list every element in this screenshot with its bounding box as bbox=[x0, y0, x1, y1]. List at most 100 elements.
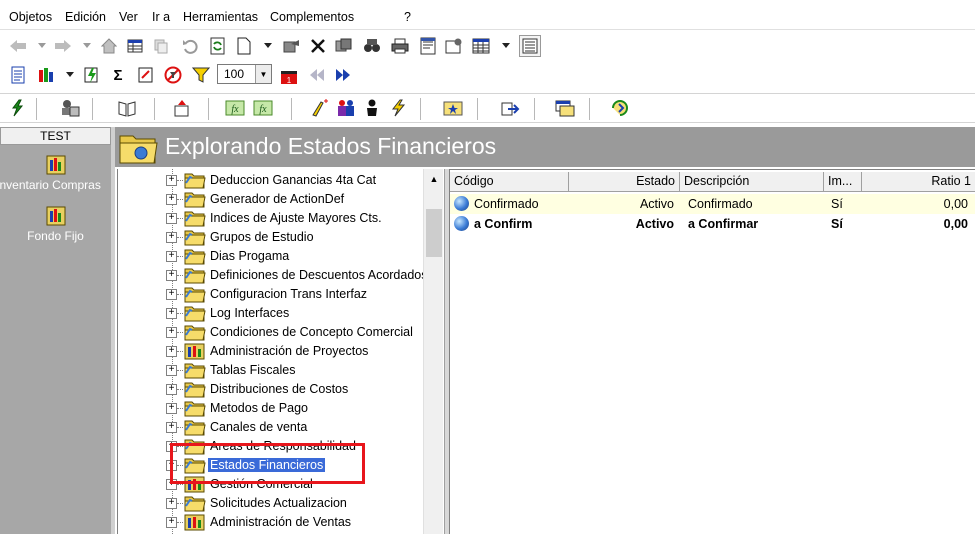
find-icon[interactable] bbox=[362, 36, 382, 56]
users-icon[interactable] bbox=[336, 98, 356, 118]
expand-icon[interactable]: + bbox=[166, 384, 177, 395]
last-page-icon[interactable] bbox=[333, 65, 353, 85]
expand-icon[interactable]: + bbox=[166, 289, 177, 300]
table-row[interactable]: a Confirm Activo a Confirmar Sí 0,00 bbox=[450, 214, 975, 234]
forward-icon[interactable] bbox=[53, 36, 73, 56]
favorite-icon[interactable] bbox=[443, 98, 463, 118]
expand-icon[interactable]: + bbox=[166, 194, 177, 205]
tree-item[interactable]: + Log Interfaces bbox=[118, 304, 428, 323]
tree-item[interactable]: + Metodos de Pago bbox=[118, 399, 428, 418]
columns-icon[interactable] bbox=[471, 36, 491, 56]
menu-ir-a[interactable]: Ir a bbox=[152, 10, 170, 24]
expand-icon[interactable]: + bbox=[166, 251, 177, 262]
copy-icon[interactable] bbox=[334, 36, 354, 56]
sidebar-splitter[interactable] bbox=[111, 127, 115, 534]
tree-item[interactable]: + Canales de venta bbox=[118, 418, 428, 437]
scroll-thumb[interactable] bbox=[426, 209, 442, 257]
column-header-codigo[interactable]: Código bbox=[450, 172, 569, 192]
expand-icon[interactable]: + bbox=[166, 422, 177, 433]
chart-icon[interactable] bbox=[36, 65, 56, 85]
chart-dropdown-icon[interactable] bbox=[60, 65, 80, 85]
back-dropdown-icon[interactable] bbox=[32, 36, 52, 56]
book-icon[interactable] bbox=[117, 98, 137, 118]
move-icon[interactable] bbox=[282, 36, 302, 56]
zoom-dropdown-icon[interactable]: ▼ bbox=[255, 65, 271, 83]
tree-item[interactable]: + Configuracion Trans Interfaz bbox=[118, 285, 428, 304]
column-header-ratio[interactable]: Ratio 1 bbox=[862, 172, 975, 192]
user-icon[interactable] bbox=[362, 98, 382, 118]
menu-herramientas[interactable]: Herramientas bbox=[183, 10, 258, 24]
column-header-descripcion[interactable]: Descripción bbox=[680, 172, 824, 192]
tree-item[interactable]: + Administración de Proyectos bbox=[118, 342, 428, 361]
first-page-icon[interactable] bbox=[307, 65, 327, 85]
sum-icon[interactable]: Σ bbox=[108, 65, 128, 85]
column-header-im[interactable]: Im... bbox=[824, 172, 862, 192]
sidebar-item-inventario[interactable]: Inventario Compras bbox=[0, 155, 111, 192]
lightning-icon[interactable] bbox=[388, 98, 408, 118]
copy-disabled-icon[interactable] bbox=[151, 36, 171, 56]
expand-icon[interactable]: + bbox=[166, 346, 177, 357]
tree-item[interactable]: + Solicitudes Actualizacion bbox=[118, 494, 428, 513]
user-settings-icon[interactable] bbox=[60, 98, 80, 118]
import-icon[interactable] bbox=[172, 98, 192, 118]
tree-scrollbar[interactable]: ▲ bbox=[423, 169, 443, 534]
refresh-icon[interactable] bbox=[208, 36, 228, 56]
tree-item[interactable]: + Tablas Fiscales bbox=[118, 361, 428, 380]
formula-edit-icon[interactable]: fx bbox=[253, 98, 273, 118]
properties-icon[interactable] bbox=[418, 36, 438, 56]
exit-icon[interactable] bbox=[610, 98, 630, 118]
menu-ver[interactable]: Ver bbox=[119, 10, 138, 24]
forward-dropdown-icon[interactable] bbox=[77, 36, 97, 56]
delete-icon[interactable] bbox=[308, 36, 328, 56]
expand-icon[interactable]: + bbox=[166, 517, 177, 528]
export-icon[interactable] bbox=[500, 98, 520, 118]
expand-icon[interactable]: + bbox=[166, 232, 177, 243]
calculate-icon[interactable] bbox=[136, 65, 156, 85]
menu-complementos[interactable]: Complementos bbox=[270, 10, 354, 24]
window-icon[interactable] bbox=[555, 98, 575, 118]
home-icon[interactable] bbox=[99, 36, 119, 56]
sidebar-item-fondo-fijo[interactable]: Fondo Fijo bbox=[0, 206, 111, 243]
tree-item[interactable]: + Deduccion Ganancias 4ta Cat bbox=[118, 171, 428, 190]
new-dropdown-icon[interactable] bbox=[258, 36, 278, 56]
expand-icon[interactable]: + bbox=[166, 213, 177, 224]
tree-item[interactable]: + Distribuciones de Costos bbox=[118, 380, 428, 399]
undo-icon[interactable] bbox=[180, 36, 200, 56]
table-row[interactable]: Confirmado Activo Confirmado Sí 0,00 bbox=[450, 194, 975, 214]
expand-icon[interactable]: + bbox=[166, 327, 177, 338]
menu-edicion[interactable]: Edición bbox=[65, 10, 106, 24]
back-icon[interactable] bbox=[8, 36, 28, 56]
view-dropdown-icon[interactable] bbox=[496, 36, 516, 56]
expand-icon[interactable]: + bbox=[166, 308, 177, 319]
column-header-estado[interactable]: Estado bbox=[569, 172, 680, 192]
expand-icon[interactable]: + bbox=[166, 175, 177, 186]
list-view-icon[interactable] bbox=[519, 35, 541, 57]
filter-icon[interactable] bbox=[191, 65, 211, 85]
new-document-icon[interactable] bbox=[234, 36, 254, 56]
tree-item[interactable]: + Definiciones de Descuentos Acordados bbox=[118, 266, 428, 285]
tree-item[interactable]: + Generador de ActionDef bbox=[118, 190, 428, 209]
scroll-up-icon[interactable]: ▲ bbox=[424, 169, 444, 189]
print-icon[interactable] bbox=[390, 36, 410, 56]
zoom-select[interactable]: 100 ▼ bbox=[217, 64, 272, 84]
filter-remove-icon[interactable] bbox=[163, 65, 183, 85]
page-icon[interactable]: 1 bbox=[279, 66, 299, 86]
tree-item[interactable]: + Dias Progama bbox=[118, 247, 428, 266]
expand-icon[interactable]: + bbox=[166, 498, 177, 509]
expand-icon[interactable]: + bbox=[166, 365, 177, 376]
tree-item[interactable]: + Administración de Ventas bbox=[118, 513, 428, 532]
tree-item[interactable]: + Grupos de Estudio bbox=[118, 228, 428, 247]
expand-icon[interactable]: + bbox=[166, 403, 177, 414]
settings-icon[interactable] bbox=[444, 36, 464, 56]
wizard-icon[interactable] bbox=[310, 98, 330, 118]
formula-icon[interactable]: fx bbox=[225, 98, 245, 118]
expand-icon[interactable]: + bbox=[166, 270, 177, 281]
execute-icon[interactable] bbox=[82, 65, 102, 85]
grid-view-icon[interactable] bbox=[125, 36, 145, 56]
tree-item[interactable]: + Indices de Ajuste Mayores Cts. bbox=[118, 209, 428, 228]
run-icon[interactable] bbox=[7, 98, 27, 118]
menu-objetos[interactable]: Objetos bbox=[9, 10, 52, 24]
tree-item[interactable]: + Condiciones de Concepto Comercial bbox=[118, 323, 428, 342]
report-icon[interactable] bbox=[8, 65, 28, 85]
menu-help[interactable]: ? bbox=[404, 10, 411, 24]
